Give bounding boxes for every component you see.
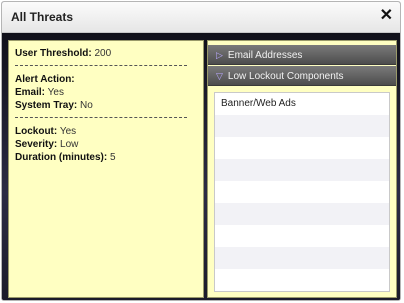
email-value: Yes [47,87,64,98]
list-item[interactable] [215,269,389,291]
collapse-arrow-icon: ▽ [216,71,223,81]
lockout-value: Yes [59,126,77,137]
user-threshold-label: User Threshold: [15,48,92,59]
user-threshold-value: 200 [94,48,112,59]
email-row: Email: Yes [15,86,197,99]
components-list[interactable]: Banner/Web Ads [214,92,390,292]
list-item[interactable] [215,137,389,159]
threat-summary-panel: User Threshold: 200 Alert Action: Email:… [8,40,204,298]
email-addresses-header[interactable]: ▷ Email Addresses [208,45,396,65]
divider [15,65,187,66]
system-tray-value: No [80,100,93,111]
severity-label: Severity: [15,139,58,150]
user-threshold-row: User Threshold: 200 [15,47,197,60]
close-icon[interactable]: ✕ [380,7,393,25]
system-tray-label: System Tray: [15,100,78,111]
duration-label: Duration (minutes): [15,152,108,163]
list-item[interactable] [215,115,389,137]
lockout-label: Lockout: [15,126,58,137]
lockout-row: Lockout: Yes [15,125,197,138]
list-item[interactable]: Banner/Web Ads [215,93,389,115]
list-item[interactable] [215,225,389,247]
low-lockout-components-header[interactable]: ▽ Low Lockout Components [208,66,396,86]
components-panel: ▷ Email Addresses ▽ Low Lockout Components… [207,40,397,298]
dialog-title: All Threats [11,10,74,24]
all-threats-dialog: All Threats ✕ User Threshold: 200 Alert … [1,1,401,301]
severity-value: Low [60,139,79,150]
dialog-titlebar: All Threats ✕ [2,2,400,33]
divider [15,117,187,118]
duration-row: Duration (minutes): 5 [15,151,197,164]
list-item[interactable] [215,203,389,225]
email-addresses-label: Email Addresses [227,50,303,61]
list-item[interactable] [215,181,389,203]
alert-action-label: Alert Action: [15,74,75,85]
list-item[interactable] [215,159,389,181]
low-lockout-components-label: Low Lockout Components [227,71,344,82]
expand-arrow-icon: ▷ [216,50,223,60]
duration-value: 5 [110,152,116,163]
list-item[interactable] [215,247,389,269]
system-tray-row: System Tray: No [15,99,197,112]
alert-action-row: Alert Action: [15,73,197,86]
email-label: Email: [15,87,46,98]
severity-row: Severity: Low [15,138,197,151]
